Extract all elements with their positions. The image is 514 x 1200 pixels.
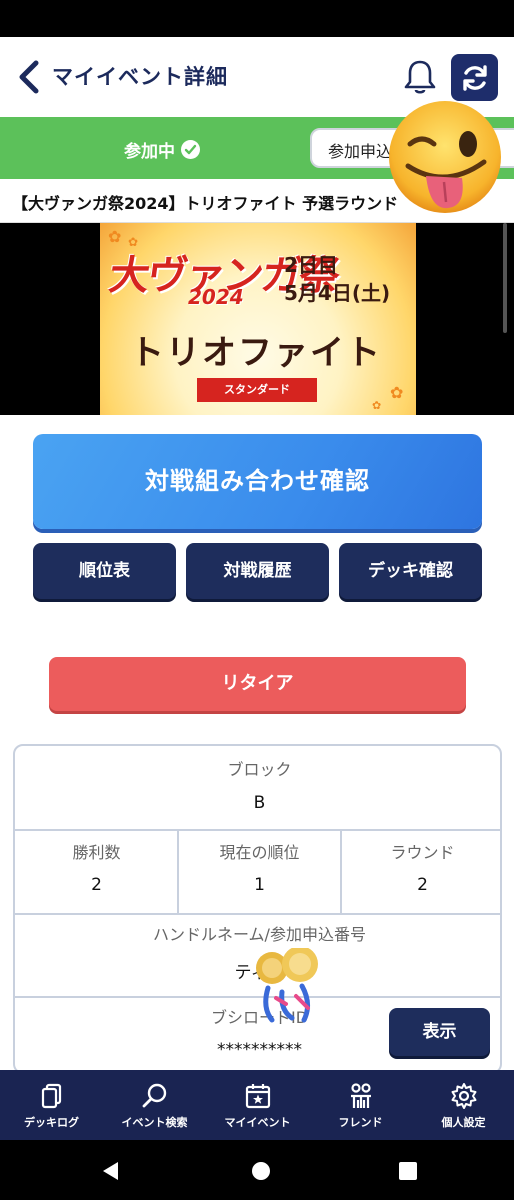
- deck-check-button[interactable]: デッキ確認: [339, 543, 482, 599]
- recents-square-icon[interactable]: [398, 1161, 418, 1181]
- status-label: 参加中: [124, 142, 175, 162]
- check-circle-icon: [181, 140, 200, 159]
- banner-year: 2024: [188, 285, 244, 309]
- nav-label: デッキログ: [24, 1116, 79, 1129]
- chevron-left-icon: [19, 60, 39, 94]
- nav-my-event[interactable]: マイイベント: [206, 1070, 309, 1140]
- divider: [15, 913, 500, 915]
- refresh-icon: [462, 64, 487, 91]
- retire-button[interactable]: リタイア: [49, 657, 466, 711]
- banner-format-badge: スタンダード: [197, 378, 317, 402]
- flower-icon: ✿: [390, 383, 404, 402]
- flower-icon: ✿: [372, 399, 382, 412]
- participation-status: 参加中: [124, 137, 200, 162]
- winking-tongue-emoji-icon: [389, 101, 501, 213]
- back-button[interactable]: [14, 59, 46, 95]
- event-banner-area: ✿ ✿ ✿ ✿ 大ヴァンガ祭 2024 2日目 5月4日(土) トリオファイト …: [0, 223, 514, 415]
- rank-label: 現在の順位: [219, 843, 300, 862]
- search-icon: [142, 1083, 167, 1108]
- banner-date: 2日目 5月4日(土): [284, 251, 390, 307]
- nav-deck-log[interactable]: デッキログ: [0, 1070, 103, 1140]
- wins-value: 2: [91, 875, 102, 895]
- nav-label: フレンド: [338, 1116, 383, 1129]
- android-navigation-bar: [0, 1140, 514, 1200]
- back-triangle-icon[interactable]: [100, 1160, 122, 1182]
- banner-day-number: 2日目: [284, 253, 338, 277]
- scrollbar-thumb[interactable]: [503, 223, 507, 333]
- standings-button[interactable]: 順位表: [33, 543, 176, 599]
- nav-label: 個人設定: [441, 1116, 486, 1129]
- cards-icon: [41, 1083, 62, 1109]
- nav-label: マイイベント: [224, 1116, 291, 1129]
- event-title: 【大ヴァンガ祭2024】トリオファイト 予選ラウンド: [12, 194, 399, 213]
- friends-icon: [351, 1083, 371, 1108]
- block-value: B: [253, 793, 266, 813]
- gear-icon: [451, 1083, 477, 1109]
- rank-value: 1: [254, 875, 265, 895]
- nav-friends[interactable]: フレンド: [309, 1070, 412, 1140]
- event-banner: ✿ ✿ ✿ ✿ 大ヴァンガ祭 2024 2日目 5月4日(土) トリオファイト …: [100, 223, 416, 415]
- bottom-navigation: デッキログ イベント検索 マイイベント フレンド 個人設定: [0, 1070, 514, 1140]
- match-check-button[interactable]: 対戦組み合わせ確認: [33, 434, 482, 529]
- banner-day-date: 5月4日(土): [284, 281, 391, 305]
- nav-label: イベント検索: [121, 1116, 188, 1129]
- banner-main-title: トリオファイト: [130, 333, 382, 373]
- character-sticker-icon: [256, 948, 318, 1023]
- match-history-button[interactable]: 対戦履歴: [186, 543, 329, 599]
- show-button[interactable]: 表示: [389, 1008, 490, 1056]
- refresh-button[interactable]: [451, 54, 498, 101]
- nav-event-search[interactable]: イベント検索: [103, 1070, 206, 1140]
- notification-button[interactable]: [400, 57, 440, 97]
- system-status-bar: [0, 0, 514, 37]
- round-label: ラウンド: [390, 843, 455, 862]
- home-circle-icon[interactable]: [250, 1160, 272, 1182]
- round-value: 2: [417, 875, 428, 895]
- application-status-text: 参加申込: [328, 142, 393, 161]
- divider: [15, 829, 500, 831]
- handle-label: ハンドルネーム/参加申込番号: [153, 925, 366, 944]
- wins-label: 勝利数: [72, 843, 121, 862]
- calendar-star-icon: [245, 1084, 271, 1109]
- nav-settings[interactable]: 個人設定: [412, 1070, 514, 1140]
- bell-icon: [404, 60, 436, 94]
- page-title: マイイベント詳細: [52, 65, 228, 89]
- block-label: ブロック: [227, 760, 292, 779]
